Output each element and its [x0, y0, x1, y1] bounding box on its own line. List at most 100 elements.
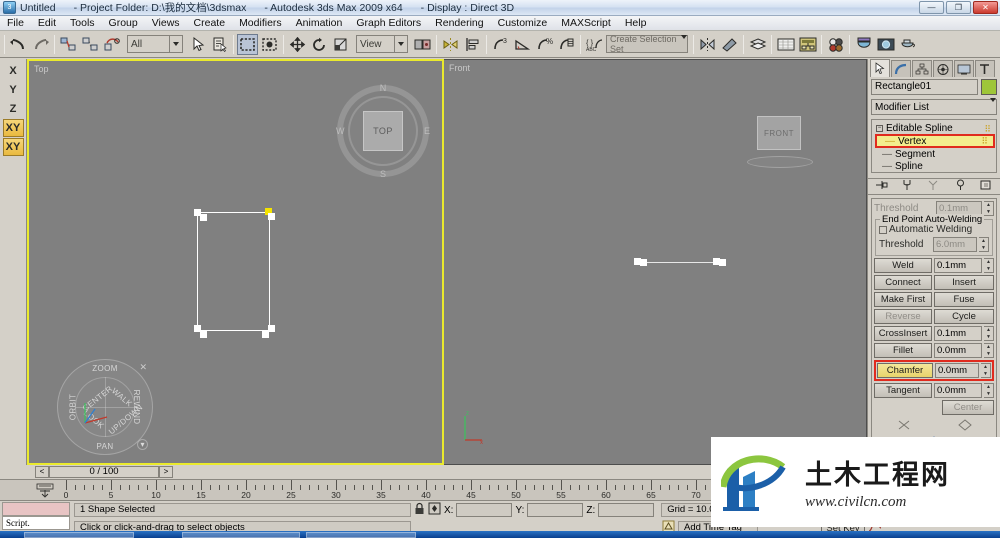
hierarchy-tab[interactable]	[912, 60, 932, 77]
restrict-to-x-button[interactable]: X	[3, 62, 24, 80]
wheel-close-icon[interactable]: ✕	[139, 362, 147, 373]
chamfer-button[interactable]: Chamfer	[877, 363, 933, 378]
menu-tools[interactable]: Tools	[63, 16, 102, 30]
wheel-menu-icon[interactable]: ▾	[137, 439, 148, 450]
stack-item-spline[interactable]: — Spline	[874, 160, 996, 172]
wheel-orbit[interactable]: ORBIT	[69, 394, 78, 420]
wheel-pan[interactable]: PAN	[96, 442, 113, 451]
current-frame-field[interactable]: 0 / 100	[49, 466, 159, 478]
curve-editor-icon[interactable]	[775, 33, 796, 55]
reverse-button[interactable]: Reverse	[874, 309, 932, 324]
restrict-to-z-button[interactable]: Z	[3, 100, 24, 118]
restrict-to-xy-plane-button[interactable]: XY	[2, 119, 24, 137]
crossinsert-button[interactable]: CrossInsert	[874, 326, 932, 341]
taskbar-item[interactable]	[24, 532, 134, 538]
vertex-handle[interactable]	[268, 325, 275, 332]
vertex-handle[interactable]	[200, 331, 207, 338]
reference-coordinate-combo[interactable]: View	[356, 35, 408, 53]
viewport-top-label[interactable]: Top	[34, 64, 49, 74]
layer-manager-icon[interactable]	[747, 33, 768, 55]
view-cube-west[interactable]: W	[336, 126, 345, 136]
redo-icon[interactable]	[30, 33, 51, 55]
edit-named-selection-sets-icon[interactable]: { } ABC	[584, 33, 605, 55]
view-cube[interactable]: N S E W TOP	[336, 83, 430, 179]
minimize-button[interactable]: —	[919, 1, 944, 14]
make-first-button[interactable]: Make First	[874, 292, 932, 307]
vertex-handle[interactable]	[268, 213, 275, 220]
threshold-spinner[interactable]: ▲ ▼	[979, 237, 989, 252]
wheel-zoom[interactable]: ZOOM	[92, 364, 118, 373]
viewport-top[interactable]: Top N S E W TOP ZOOM PAN ORBIT REWIND CE…	[27, 59, 444, 465]
fillet-field[interactable]: 0.0mm	[934, 343, 982, 358]
select-and-link-icon[interactable]	[58, 33, 79, 55]
show-end-result-icon[interactable]	[901, 179, 914, 194]
mirror-icon[interactable]	[440, 33, 461, 55]
menu-rendering[interactable]: Rendering	[428, 16, 490, 30]
threshold-field[interactable]: 6.0mm	[933, 237, 977, 252]
menu-modifiers[interactable]: Modifiers	[232, 16, 289, 30]
maxscript-script-label[interactable]: Script.	[2, 516, 70, 530]
vertex-handle[interactable]	[640, 259, 647, 266]
menu-maxscript[interactable]: MAXScript	[554, 16, 618, 30]
select-and-rotate-icon[interactable]	[309, 33, 330, 55]
configure-modifier-sets-icon[interactable]	[980, 179, 993, 194]
next-frame-button[interactable]: >	[159, 466, 173, 478]
x-field[interactable]	[456, 503, 513, 517]
render-setup-icon[interactable]	[853, 33, 874, 55]
stack-item-vertex[interactable]: — Vertex ⠿	[875, 134, 995, 148]
rendered-frame-window-icon[interactable]	[875, 33, 896, 55]
bind-to-space-warp-icon[interactable]	[102, 33, 123, 55]
vertex-handle[interactable]	[200, 214, 207, 221]
menu-edit[interactable]: Edit	[31, 16, 63, 30]
automatic-welding-checkbox[interactable]	[879, 225, 887, 234]
weld-spinner[interactable]: ▲ ▼	[984, 258, 994, 273]
selection-filter-combo[interactable]: All	[127, 35, 183, 53]
object-name-field[interactable]: Rectangle01	[871, 79, 979, 95]
absolute-relative-transform-icon[interactable]	[428, 502, 441, 518]
menu-file[interactable]: File	[0, 16, 31, 30]
fillet-spinner[interactable]: ▲ ▼	[984, 343, 994, 358]
view-cube-face[interactable]: TOP	[363, 111, 403, 151]
pin-stack-icon[interactable]	[875, 179, 888, 194]
undo-icon[interactable]	[8, 33, 29, 55]
chamfer-spinner[interactable]: ▲ ▼	[981, 363, 991, 378]
tangent-button[interactable]: Tangent	[874, 383, 932, 398]
crossinsert-field[interactable]: 0.1mm	[934, 326, 982, 341]
maximize-button[interactable]: ❐	[946, 1, 971, 14]
modifier-stack[interactable]: − Editable Spline ⠿ — Vertex ⠿ — Segment…	[871, 119, 997, 173]
lock-selection-icon[interactable]	[414, 502, 425, 518]
tangent-spinner[interactable]: ▲ ▼	[984, 383, 994, 398]
extend-icon[interactable]	[957, 419, 972, 434]
object-color-swatch[interactable]	[981, 79, 997, 95]
modifier-list-dropdown[interactable]: Modifier List	[871, 99, 997, 115]
chevron-down-icon[interactable]	[681, 39, 687, 50]
angle-snap-toggle-icon[interactable]	[512, 33, 533, 55]
chevron-down-icon[interactable]	[169, 36, 182, 52]
use-pivot-point-center-icon[interactable]	[412, 33, 433, 55]
y-field[interactable]	[527, 503, 584, 517]
mini-listener[interactable]: Script.	[0, 501, 72, 531]
select-and-move-icon[interactable]	[287, 33, 308, 55]
snaps-toggle-icon[interactable]: 3	[490, 33, 511, 55]
select-object-icon[interactable]	[187, 33, 208, 55]
close-button[interactable]: ✕	[973, 1, 998, 14]
stack-item-segment[interactable]: — Segment	[874, 148, 996, 160]
menu-create[interactable]: Create	[187, 16, 233, 30]
insert-button[interactable]: Insert	[934, 275, 994, 290]
expand-collapse-icon[interactable]: −	[876, 124, 883, 132]
vertex-handle[interactable]	[719, 259, 726, 266]
display-tab[interactable]	[954, 60, 974, 77]
viewport-front[interactable]: Front FRONT z x	[444, 59, 867, 465]
material-editor-icon[interactable]	[825, 33, 846, 55]
view-cube-north[interactable]: N	[380, 83, 387, 93]
maxscript-input-line[interactable]	[2, 502, 70, 516]
rectangular-selection-region-icon[interactable]	[237, 33, 258, 55]
mirror-selected-objects-icon[interactable]	[697, 33, 718, 55]
window-crossing-toggle-icon[interactable]	[259, 33, 280, 55]
threshold-top-spinner[interactable]: ▲ ▼	[984, 201, 994, 216]
center-button[interactable]: Center	[942, 400, 994, 415]
fillet-button[interactable]: Fillet	[874, 343, 932, 358]
make-unique-icon[interactable]	[927, 179, 940, 194]
z-field[interactable]	[598, 503, 655, 517]
weld-field[interactable]: 0.1mm	[934, 258, 982, 273]
